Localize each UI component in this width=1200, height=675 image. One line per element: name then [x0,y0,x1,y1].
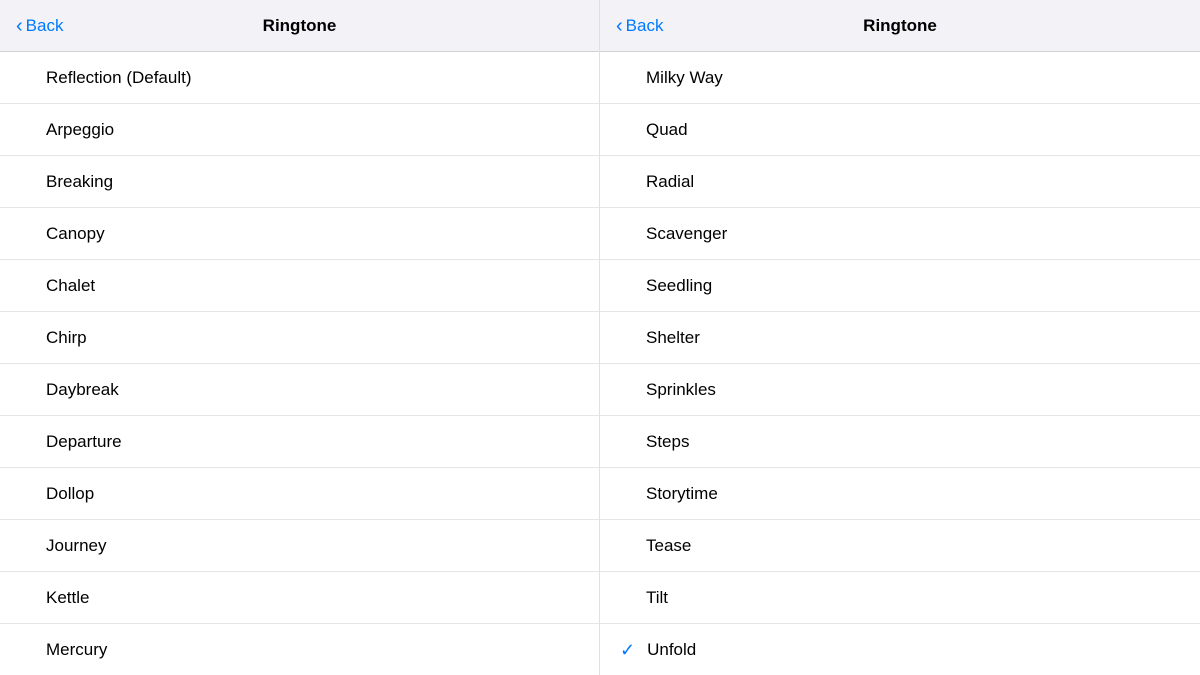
ringtone-item-label: Arpeggio [46,120,114,140]
list-item[interactable]: ✓ Unfold [600,624,1200,675]
list-item[interactable]: Chirp [0,312,599,364]
right-ringtone-list: Milky Way Quad Radial Scavenger Seedling Shel… [600,52,1200,675]
ringtone-item-label: Chalet [46,276,95,296]
left-nav-title: Ringtone [263,16,337,36]
list-item[interactable]: Kettle [0,572,599,624]
ringtone-item-label: Steps [646,432,689,452]
list-item[interactable]: Seedling [600,260,1200,312]
list-item[interactable]: Daybreak [0,364,599,416]
ringtone-item-label: Unfold [647,640,696,660]
list-item[interactable]: Canopy [0,208,599,260]
right-panel: ‹ Back Ringtone Milky Way Quad Radial Scave… [600,0,1200,675]
checkmark-icon: ✓ [620,640,635,661]
ringtone-item-label: Scavenger [646,224,727,244]
list-item[interactable]: Tilt [600,572,1200,624]
ringtone-item-label: Canopy [46,224,105,244]
list-item[interactable]: Scavenger [600,208,1200,260]
right-back-button[interactable]: ‹ Back [616,16,663,36]
left-back-label: Back [26,16,64,36]
ringtone-item-label: Tilt [646,588,668,608]
list-item[interactable]: Reflection (Default) [0,52,599,104]
ringtone-item-label: Journey [46,536,106,556]
list-item[interactable]: Milky Way [600,52,1200,104]
list-item[interactable]: Tease [600,520,1200,572]
list-item[interactable]: Arpeggio [0,104,599,156]
ringtone-item-label: Departure [46,432,122,452]
ringtone-item-label: Radial [646,172,694,192]
list-item[interactable]: Chalet [0,260,599,312]
list-item[interactable]: Mercury [0,624,599,675]
ringtone-item-label: Kettle [46,588,89,608]
ringtone-item-label: Milky Way [646,68,723,88]
list-item[interactable]: Dollop [0,468,599,520]
ringtone-item-label: Breaking [46,172,113,192]
ringtone-item-label: Tease [646,536,691,556]
ringtone-item-label: Shelter [646,328,700,348]
ringtone-item-label: Dollop [46,484,94,504]
right-nav-title: Ringtone [863,16,937,36]
list-item[interactable]: Breaking [0,156,599,208]
ringtone-item-label: Quad [646,120,688,140]
right-back-label: Back [626,16,664,36]
list-item[interactable]: Radial [600,156,1200,208]
ringtone-item-label: Sprinkles [646,380,716,400]
left-back-button[interactable]: ‹ Back [16,16,63,36]
right-back-chevron-icon: ‹ [616,16,623,36]
right-nav-bar: ‹ Back Ringtone [600,0,1200,52]
ringtone-item-label: Reflection (Default) [46,68,192,88]
ringtone-item-label: Mercury [46,640,107,660]
left-back-chevron-icon: ‹ [16,16,23,36]
left-nav-bar: ‹ Back Ringtone [0,0,599,52]
list-item[interactable]: Steps [600,416,1200,468]
list-item[interactable]: Shelter [600,312,1200,364]
list-item[interactable]: Sprinkles [600,364,1200,416]
left-panel: ‹ Back Ringtone Reflection (Default) Arpe… [0,0,600,675]
list-item[interactable]: Departure [0,416,599,468]
list-item[interactable]: Journey [0,520,599,572]
ringtone-item-label: Storytime [646,484,718,504]
left-ringtone-list: Reflection (Default) Arpeggio Breaking Cano… [0,52,599,675]
list-item[interactable]: Storytime [600,468,1200,520]
ringtone-item-label: Chirp [46,328,87,348]
ringtone-item-label: Daybreak [46,380,119,400]
list-item[interactable]: Quad [600,104,1200,156]
ringtone-item-label: Seedling [646,276,712,296]
